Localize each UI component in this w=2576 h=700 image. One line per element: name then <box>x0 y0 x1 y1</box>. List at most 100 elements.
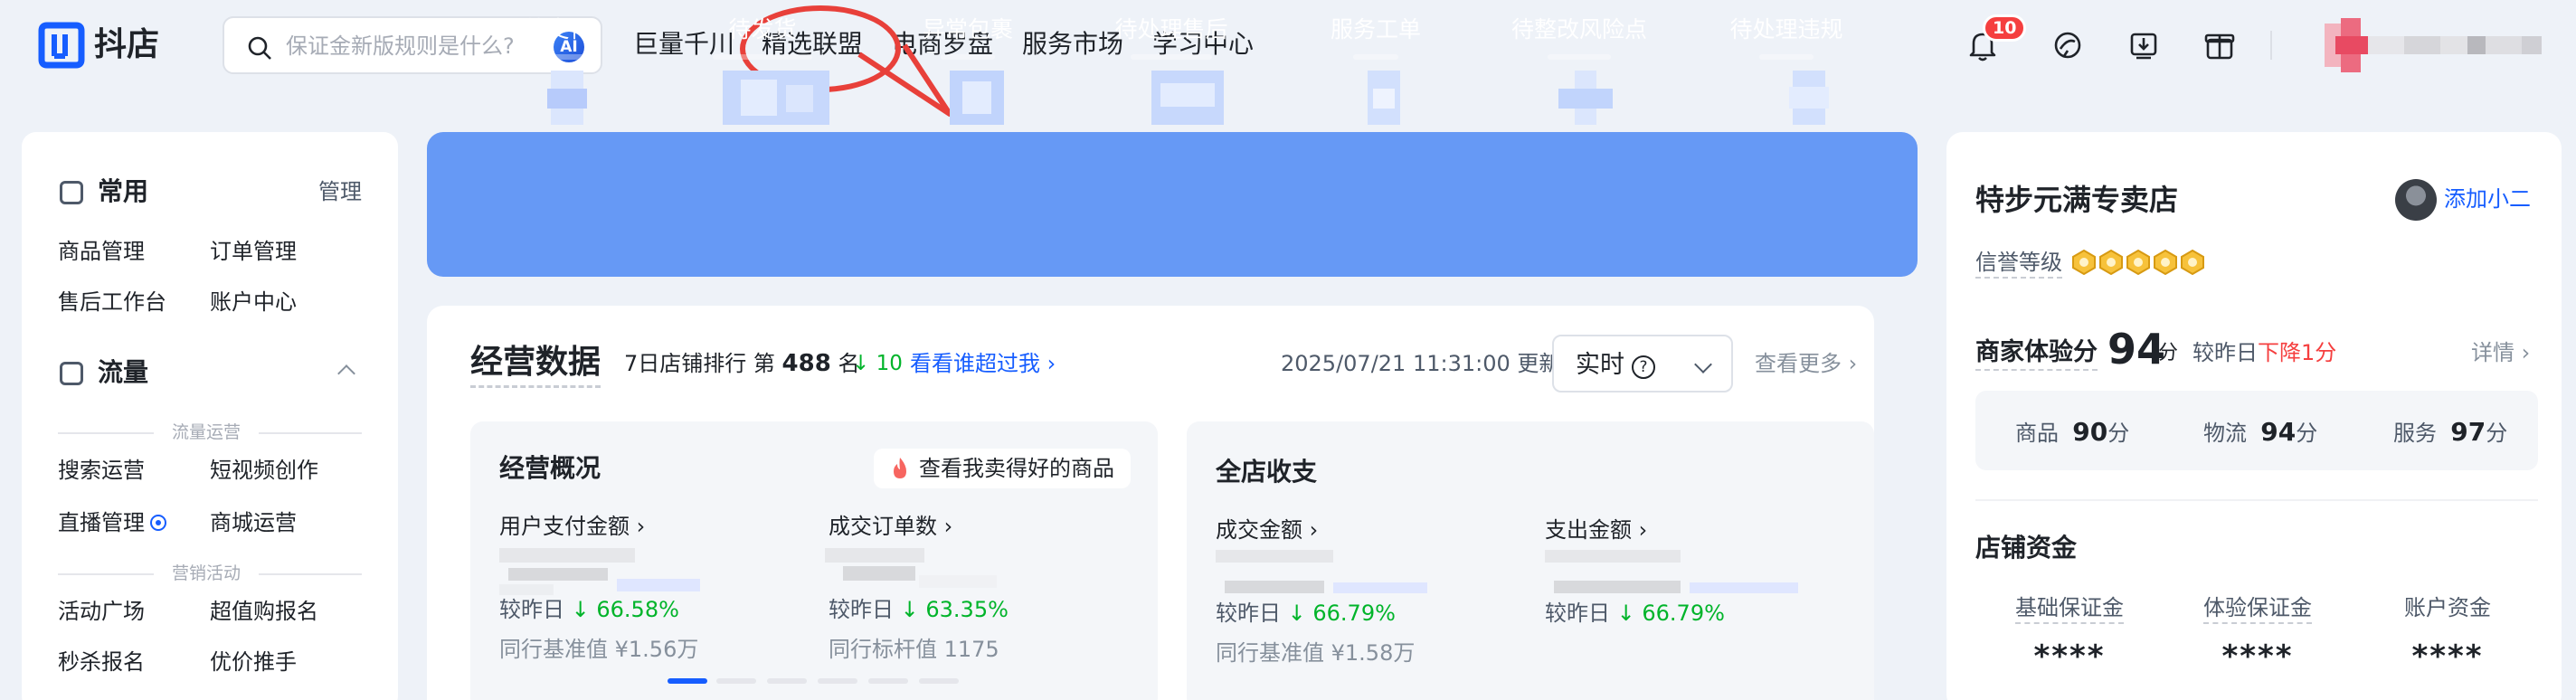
menu-search-ops[interactable]: 搜索运营 <box>58 456 145 485</box>
add-staff-link[interactable]: 添加小二 <box>2444 184 2531 213</box>
user-avatar[interactable] <box>2325 18 2542 72</box>
search-placeholder: 保证金新版规则是什么? <box>286 33 515 59</box>
carousel-dot[interactable] <box>919 678 959 684</box>
logistics-score: 物流 94分 <box>2203 418 2317 448</box>
status-count-redacted <box>1151 71 1224 125</box>
score-detail-link[interactable]: 详情 › <box>2471 338 2530 367</box>
annotation-arrow-icon <box>857 43 952 117</box>
menu-activity-plaza[interactable]: 活动广场 <box>58 597 145 626</box>
carousel-dot[interactable] <box>767 678 807 684</box>
status-risk-points[interactable]: 待整改风险点 <box>1511 14 1647 45</box>
basic-deposit-value: **** <box>2033 639 2106 675</box>
order-status-band <box>427 132 1918 277</box>
credit-medal-icon <box>2126 250 2150 275</box>
rank-change: ↓ 10 <box>852 352 903 375</box>
status-divider <box>1548 54 1611 60</box>
menu-account-center[interactable]: 账户中心 <box>210 288 297 317</box>
customer-service-icon[interactable] <box>2046 24 2089 67</box>
time-range-label: 实时 <box>1576 351 1624 379</box>
service-score: 服务 97分 <box>2393 418 2507 448</box>
redacted-value <box>825 548 997 588</box>
logo-text[interactable]: 抖店 <box>94 24 159 67</box>
group-divider <box>259 432 362 434</box>
overview-title: 经营概况 <box>499 453 601 483</box>
carousel-dot[interactable] <box>868 678 908 684</box>
see-who-surpassed-link[interactable]: 看看谁超过我 › <box>910 349 1056 378</box>
see-more-link[interactable]: 查看更多 › <box>1755 349 1857 378</box>
business-data-title: 经营数据 <box>470 342 601 388</box>
store-ranking: 7日店铺排行 第 488 名 <box>624 349 859 378</box>
redacted-value <box>1216 550 1427 593</box>
menu-mall-ops[interactable]: 商城运营 <box>210 508 297 537</box>
help-icon[interactable]: ? <box>1632 355 1655 379</box>
status-count-redacted <box>1789 71 1829 125</box>
yoy-label: 较昨日 <box>2192 340 2258 365</box>
top-bar: 抖店 保证金新版规则是什么? AI 巨量千川 精选联盟 电商罗盘 服务市场 学习… <box>0 0 2576 117</box>
yoy-label: 较昨日 <box>499 597 564 622</box>
store-name: 特步元满专卖店 <box>1975 183 2179 217</box>
expense-amount-link[interactable]: 支出金额 › <box>1545 516 1647 544</box>
credit-medal-icon <box>2072 250 2096 275</box>
doudian-logo-icon[interactable] <box>36 22 87 69</box>
redacted-value <box>1545 550 1798 593</box>
score-value: 97 <box>2450 417 2486 447</box>
traffic-section-title: 流量 <box>98 357 149 387</box>
experience-score-change: 较昨日下降1分 <box>2192 338 2336 367</box>
yoy-value: ↓ 63.35% <box>900 597 1009 622</box>
store-revenue-title: 全店收支 <box>1216 457 1318 487</box>
status-abnormal-package[interactable]: 异常包裹 <box>923 14 1013 45</box>
rank-value: 488 <box>781 350 831 377</box>
yoy-value: ↓ 66.79% <box>1287 601 1396 626</box>
carousel-dot[interactable] <box>818 678 857 684</box>
menu-price-promoter[interactable]: 优价推手 <box>210 648 297 676</box>
menu-product-management[interactable]: 商品管理 <box>58 237 145 266</box>
basic-deposit-label[interactable]: 基础保证金 <box>2015 593 2124 624</box>
download-icon[interactable] <box>2122 24 2165 67</box>
account-funds-label: 账户资金 <box>2404 595 2491 620</box>
order-count-link[interactable]: 成交订单数 › <box>829 512 952 541</box>
menu-live-management[interactable]: 直播管理 <box>58 508 145 537</box>
group-label-marketing: 营销活动 <box>171 563 241 583</box>
status-divider <box>1131 54 1212 60</box>
yoy-value: ↓ 66.79% <box>1616 601 1725 626</box>
flame-icon <box>894 458 906 478</box>
gift-box-icon[interactable] <box>2198 24 2241 67</box>
menu-order-management[interactable]: 订单管理 <box>210 237 297 266</box>
status-pending-payment[interactable]: 待支付 <box>524 14 592 45</box>
staff-avatar[interactable] <box>2395 179 2437 221</box>
status-pending-after-sales[interactable]: 待处理售后 <box>1114 14 1227 45</box>
manage-link[interactable]: 管理 <box>318 177 362 206</box>
menu-after-sales[interactable]: 售后工作台 <box>58 288 166 317</box>
hot-products-button[interactable]: 查看我卖得好的商品 <box>874 449 1131 488</box>
menu-flash-sale[interactable]: 秒杀报名 <box>58 648 145 676</box>
experience-deposit-label[interactable]: 体验保证金 <box>2203 593 2312 624</box>
peer-benchmark: 同行标杆值 1175 <box>829 637 999 662</box>
status-violations[interactable]: 待处理违规 <box>1729 14 1842 45</box>
carousel-dot-active[interactable] <box>668 678 707 684</box>
transaction-amount-link[interactable]: 成交金额 › <box>1216 516 1318 544</box>
menu-short-video[interactable]: 短视频创作 <box>210 456 318 485</box>
status-divider <box>526 54 590 60</box>
time-range-select[interactable]: 实时 ? <box>1552 335 1733 393</box>
nav-fuwu-shichang[interactable]: 服务市场 <box>1022 27 1123 61</box>
status-pending-shipment[interactable]: 待发货 <box>728 14 796 45</box>
group-label-traffic-ops: 流量运营 <box>171 422 241 442</box>
group-divider <box>58 573 154 575</box>
carousel-dot[interactable] <box>716 678 756 684</box>
live-status-icon <box>150 515 166 531</box>
status-count-redacted <box>950 71 1004 125</box>
status-service-ticket[interactable]: 服务工单 <box>1331 14 1421 45</box>
transaction-amount-yoy: 较昨日 ↓ 66.79% <box>1216 599 1396 628</box>
user-payment-amount-link[interactable]: 用户支付金额 › <box>499 512 645 541</box>
status-divider <box>713 54 812 60</box>
menu-value-signup[interactable]: 超值购报名 <box>210 597 318 626</box>
yoy-label: 较昨日 <box>1545 601 1610 626</box>
update-timestamp: 2025/07/21 11:31:00 更新 <box>1281 351 1561 376</box>
header-divider <box>2270 31 2272 60</box>
hot-products-label: 查看我卖得好的商品 <box>919 456 1114 481</box>
credit-level-label[interactable]: 信誉等级 <box>1975 248 2062 279</box>
merchant-experience-score-label[interactable]: 商家体验分 <box>1975 336 2098 371</box>
notification-badge: 10 <box>1983 14 2027 42</box>
store-funds-title: 店铺资金 <box>1975 533 2078 563</box>
group-divider <box>58 432 154 434</box>
